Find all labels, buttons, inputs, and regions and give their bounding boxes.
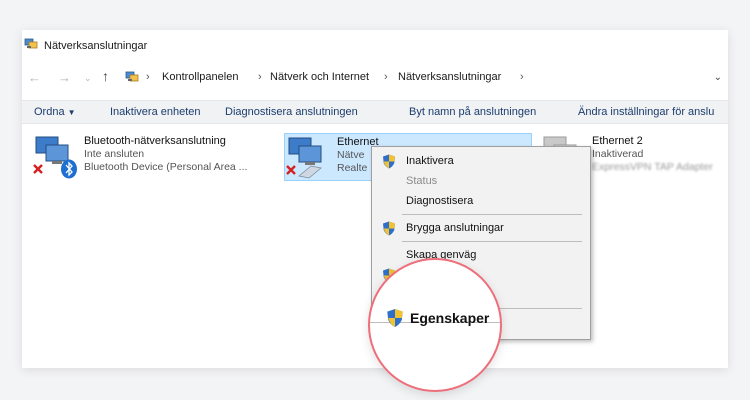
connection-details: Bluetooth-nätverksanslutning Inte anslut…: [84, 135, 247, 174]
menu-item-label: Status: [406, 175, 438, 187]
network-connections-icon: [24, 38, 38, 49]
menu-item-diagnose[interactable]: Diagnostisera: [372, 191, 590, 211]
change-settings-button[interactable]: Ändra inställningar för anslu: [578, 106, 714, 118]
address-bar[interactable]: ← → ⌄ ↑ › Kontrollpanelen › Nätverk och …: [22, 66, 728, 90]
organize-label: Ordna: [34, 106, 65, 118]
menu-separator: [402, 241, 582, 242]
connection-device: Bluetooth Device (Personal Area ...: [84, 161, 248, 173]
menu-item-label: Inaktivera: [406, 155, 454, 167]
menu-item-label: Brygga anslutningar: [406, 222, 504, 234]
connection-item-bluetooth[interactable]: Bluetooth-nätverksanslutning Inte anslut…: [32, 133, 272, 179]
dropdown-arrow-icon: ▼: [67, 108, 76, 117]
network-adapter-icon: [286, 137, 322, 179]
menu-item-create-shortcut[interactable]: Skapa genväg: [372, 245, 590, 265]
recent-locations-chevron-icon[interactable]: ⌄: [84, 73, 92, 84]
menu-item-disable[interactable]: Inaktivera: [372, 151, 590, 171]
diagnose-connection-button[interactable]: Diagnostisera anslutningen: [225, 106, 358, 118]
uac-shield-icon: [387, 309, 403, 327]
bluetooth-icon: [61, 159, 77, 179]
connection-status: Inaktiverad: [592, 148, 644, 160]
forward-arrow-icon[interactable]: →: [58, 70, 71, 85]
connection-device: ExpressVPN TAP Adapter: [592, 161, 713, 173]
window-title: Nätverksanslutningar: [44, 40, 148, 52]
uac-shield-icon: [383, 154, 395, 169]
menu-item-status: Status: [372, 171, 590, 191]
breadcrumb-network-connections[interactable]: Nätverksanslutningar: [398, 71, 501, 83]
control-panel-icon: [125, 71, 139, 82]
connection-status: Inte ansluten: [84, 148, 145, 160]
menu-separator: [402, 214, 582, 215]
up-arrow-icon[interactable]: ↑: [102, 68, 109, 84]
breadcrumb-network-internet[interactable]: Nätverk och Internet: [270, 71, 369, 83]
connection-name: Bluetooth-nätverksanslutning: [84, 135, 226, 147]
command-bar: Ordna ▼ Inaktivera enheten Diagnostisera …: [22, 100, 728, 124]
connection-details: Ethernet 2 Inaktiverad ExpressVPN TAP Ad…: [592, 135, 713, 174]
properties-menu-item-magnified[interactable]: Egenskaper: [410, 310, 489, 326]
menu-item-bridge[interactable]: Brygga anslutningar: [372, 218, 590, 238]
address-dropdown-chevron-icon[interactable]: ⌄: [714, 72, 722, 83]
organize-button[interactable]: Ordna ▼: [34, 106, 76, 118]
title-bar: Nätverksanslutningar: [22, 30, 728, 58]
breadcrumb-separator-icon: ›: [384, 71, 388, 83]
back-arrow-icon[interactable]: ←: [28, 70, 41, 85]
uac-shield-icon: [383, 221, 395, 236]
rename-connection-button[interactable]: Byt namn på anslutningen: [409, 106, 536, 118]
breadcrumb-control-panel[interactable]: Kontrollpanelen: [162, 71, 238, 83]
breadcrumb-separator-icon: ›: [520, 71, 524, 83]
breadcrumb-separator-icon: ›: [146, 71, 150, 83]
disable-device-button[interactable]: Inaktivera enheten: [110, 106, 201, 118]
breadcrumb-separator-icon: ›: [258, 71, 262, 83]
menu-item-label: Diagnostisera: [406, 195, 474, 207]
highlight-magnifier: Egenskaper: [368, 258, 502, 392]
connection-name: Ethernet 2: [592, 135, 643, 147]
